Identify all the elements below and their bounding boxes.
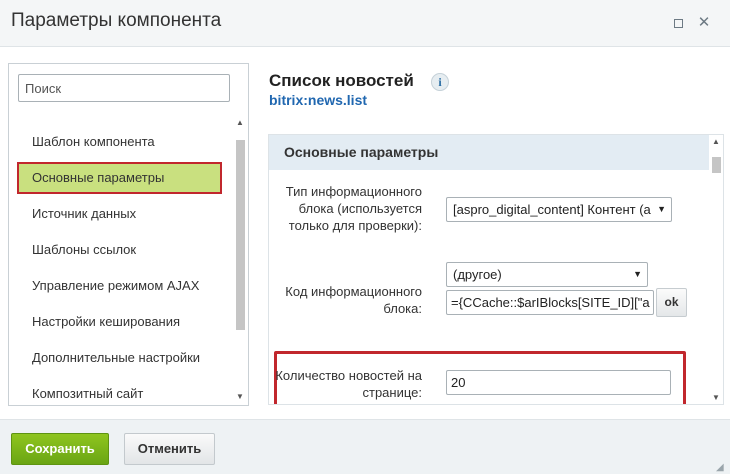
scroll-down-icon[interactable]: ▼: [712, 393, 720, 402]
dialog-body: Шаблон компонента Основные параметры Ист…: [0, 46, 730, 419]
cancel-button[interactable]: Отменить: [124, 433, 215, 465]
sidebar-item-data-source[interactable]: Источник данных: [17, 198, 222, 230]
save-button[interactable]: Сохранить: [11, 433, 109, 465]
parameters-scrollbar[interactable]: ▲ ▼: [709, 135, 723, 404]
scroll-up-icon[interactable]: ▲: [236, 118, 244, 127]
sidebar-item-url-templates[interactable]: Шаблоны ссылок: [17, 234, 222, 266]
sidebar-item-cache[interactable]: Настройки кеширования: [17, 306, 222, 338]
info-icon[interactable]: i: [431, 73, 449, 91]
section-header: Основные параметры: [269, 135, 709, 170]
scroll-down-icon[interactable]: ▼: [236, 392, 244, 401]
resize-grip-icon[interactable]: ◢: [716, 462, 724, 473]
sidebar-item-template[interactable]: Шаблон компонента: [17, 126, 222, 158]
maximize-button[interactable]: [672, 16, 686, 30]
component-code: bitrix:news.list: [269, 92, 368, 108]
chevron-down-icon: ▼: [630, 263, 642, 286]
ok-button[interactable]: ok: [656, 288, 687, 317]
sidebar-item-composite[interactable]: Композитный сайт: [17, 378, 222, 410]
iblock-code-select[interactable]: (другое) ▼: [446, 262, 648, 287]
sidebar-item-additional[interactable]: Дополнительные настройки: [17, 342, 222, 374]
scroll-up-icon[interactable]: ▲: [712, 137, 720, 146]
sidebar-item-main-params[interactable]: Основные параметры: [17, 162, 222, 194]
parameters-scroll-thumb[interactable]: [712, 157, 721, 173]
close-icon: ✕: [697, 14, 711, 31]
sidebar-item-ajax[interactable]: Управление режимом AJAX: [17, 270, 222, 302]
chevron-down-icon: ▼: [654, 198, 666, 221]
iblock-code-input[interactable]: ={CCache::$arIBlocks[SITE_ID]["a: [446, 290, 654, 315]
component-title: Список новостей: [269, 71, 414, 90]
iblock-type-label: Тип информационного блока (используется …: [285, 184, 422, 233]
dialog-title: Параметры компонента: [11, 10, 222, 31]
news-count-label: Количество новостей на странице:: [275, 368, 422, 400]
news-count-input[interactable]: 20: [446, 370, 671, 395]
sections-sidebar: Шаблон компонента Основные параметры Ист…: [8, 63, 249, 406]
sidebar-scrollbar[interactable]: ▲ ▼: [233, 118, 247, 402]
maximize-icon: [674, 19, 683, 28]
iblock-type-select[interactable]: [aspro_digital_content] Контент (a ▼: [446, 197, 672, 222]
dialog-titlebar: Параметры компонента ✕: [0, 0, 730, 46]
dialog-footer: Сохранить Отменить ◢: [0, 419, 730, 474]
iblock-code-label: Код информационного блока:: [285, 284, 422, 316]
parameters-panel: Основные параметры Тип информационного б…: [268, 134, 724, 405]
search-input[interactable]: [18, 74, 230, 102]
close-button[interactable]: ✕: [697, 14, 711, 31]
sidebar-scroll-thumb[interactable]: [236, 140, 245, 330]
